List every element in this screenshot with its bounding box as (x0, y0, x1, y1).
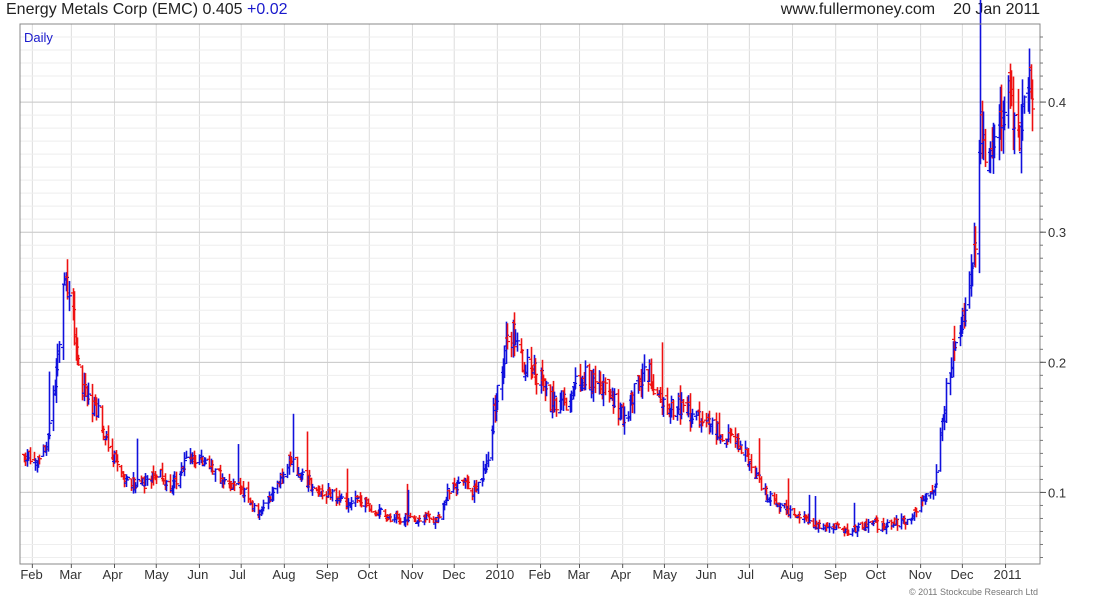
copyright: © 2011 Stockcube Research Ltd (908, 587, 1038, 597)
x-tick-label: Jun (696, 567, 717, 582)
x-tick-label: 2010 (485, 567, 514, 582)
x-tick-label: Oct (357, 567, 378, 582)
y-tick-label: 0.2 (1048, 355, 1066, 370)
x-tick-label: Dec (950, 567, 974, 582)
x-tick-label: May (652, 567, 677, 582)
x-tick-label: Nov (909, 567, 933, 582)
x-tick-label: Mar (59, 567, 82, 582)
x-tick-label: 2011 (994, 567, 1022, 582)
y-tick-label: 0.1 (1048, 485, 1066, 500)
x-tick-label: Sep (824, 567, 847, 582)
x-tick-label: Apr (611, 567, 632, 582)
period-label: Daily (24, 30, 53, 45)
x-tick-label: Jun (187, 567, 208, 582)
price-chart: Feb Mar Apr May Jun Jul Aug Sep Oct Nov Dec 2010 Feb… (19, 0, 1066, 582)
x-tick-label: Apr (102, 567, 123, 582)
y-tick-label: 0.3 (1048, 225, 1066, 240)
x-tick-label: Jul (229, 567, 246, 582)
x-tick-label: Sep (316, 567, 339, 582)
x-tick-label: May (144, 567, 169, 582)
axes: Feb Mar Apr May Jun Jul Aug Sep Oct Nov Dec 2010 Feb… (20, 36, 1066, 582)
x-tick-label: Oct (865, 567, 886, 582)
x-tick-label: Dec (442, 567, 466, 582)
x-tick-label: Feb (20, 567, 42, 582)
ohlc-bars (22, 0, 1035, 538)
y-tick-label: 0.4 (1048, 95, 1066, 110)
x-tick-label: Mar (568, 567, 591, 582)
x-tick-label: Nov (400, 567, 424, 582)
x-tick-label: Feb (529, 567, 551, 582)
x-tick-label: Jul (737, 567, 754, 582)
x-tick-label: Aug (272, 567, 295, 582)
x-tick-label: Aug (781, 567, 804, 582)
